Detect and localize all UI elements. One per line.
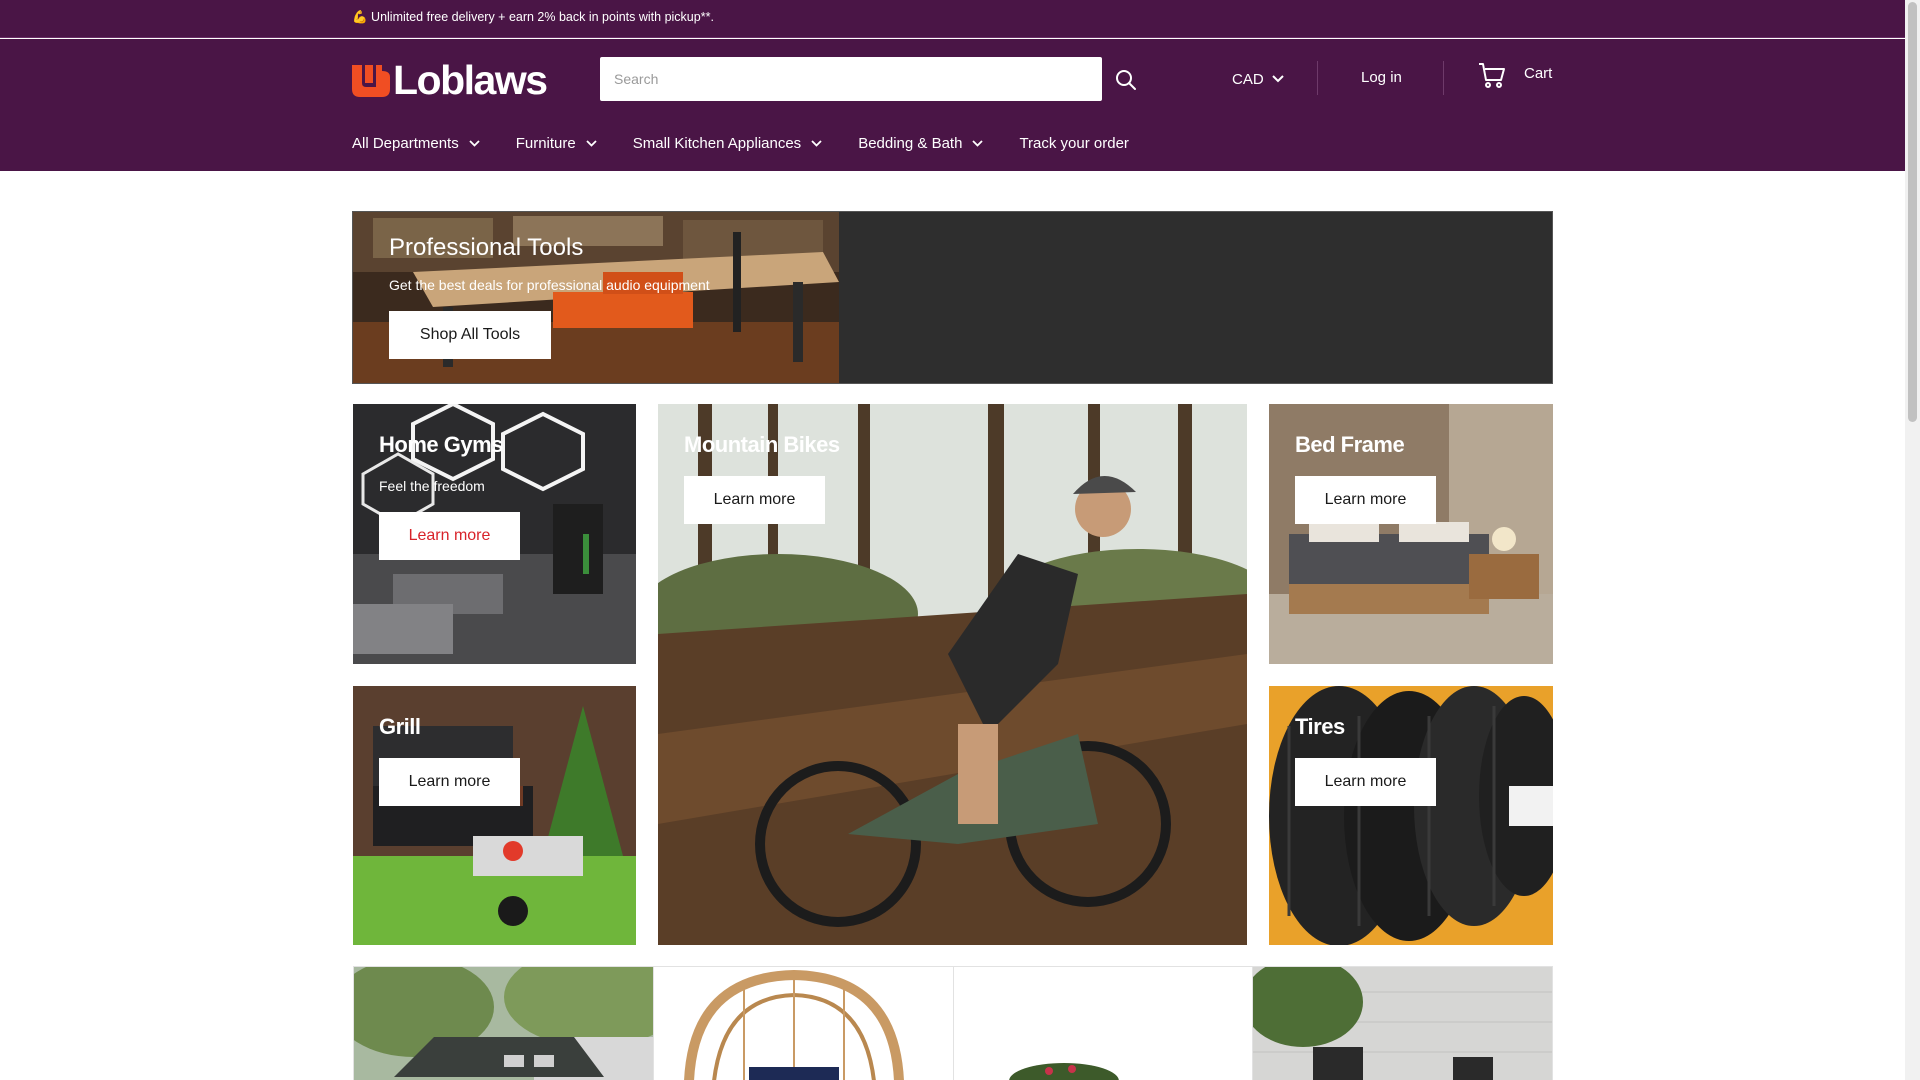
main-nav: All Departments Furniture Small Kitchen … (352, 135, 1129, 152)
nav-item-track-order[interactable]: Track your order (1019, 135, 1128, 152)
cart-icon (1479, 63, 1505, 88)
cart-label: Cart (1524, 65, 1553, 82)
promo-tile-mountain-bikes[interactable]: Mountain Bikes Learn more (658, 404, 1247, 945)
login-link[interactable]: Log in (1361, 69, 1402, 86)
patio-chairs-image (1253, 967, 1553, 1080)
header-divider (1317, 61, 1318, 95)
tile-title: Tires (1295, 714, 1345, 739)
search-icon (1116, 70, 1136, 90)
scrollbar-thumb[interactable] (1908, 2, 1917, 422)
nav-item-bedding-bath[interactable]: Bedding & Bath (858, 135, 984, 152)
product-card-shed[interactable] (354, 967, 654, 1080)
promo-tile-tires[interactable]: Tires Learn more (1269, 686, 1553, 945)
product-collection-row (353, 966, 1553, 1080)
tile-title: Mountain Bikes (684, 432, 840, 457)
header-divider (1443, 61, 1444, 95)
tile-title: Grill (379, 714, 421, 739)
nav-item-label: All Departments (352, 135, 459, 152)
chevron-down-icon (811, 140, 822, 147)
chevron-down-icon (972, 140, 984, 147)
currency-label: CAD (1232, 70, 1264, 88)
promo-tile-grill[interactable]: Grill Learn more (353, 686, 636, 945)
nav-item-label: Small Kitchen Appliances (632, 135, 802, 152)
chevron-down-icon (469, 140, 480, 147)
announcement-bar: 💪 Unlimited free delivery + earn 2% back… (0, 0, 1905, 38)
cart-link[interactable]: Cart (1478, 61, 1552, 89)
logo-mark-icon (352, 65, 390, 97)
shop-all-tools-button[interactable]: Shop All Tools (389, 311, 551, 359)
shed-image (354, 967, 653, 1080)
learn-more-button[interactable]: Learn more (1295, 476, 1436, 524)
professional-tools-banner[interactable]: Professional Tools Get the best deals fo… (352, 211, 1553, 384)
hero-title: Professional Tools (389, 234, 584, 261)
learn-more-button[interactable]: Learn more (684, 476, 825, 524)
currency-selector[interactable]: CAD (1232, 67, 1284, 91)
tile-title: Home Gyms (379, 432, 503, 457)
product-card-egg-chair[interactable] (653, 967, 954, 1080)
site-header: Loblaws CAD Log in Cart All Departments … (0, 39, 1905, 171)
announcement-text: 💪 Unlimited free delivery + earn 2% back… (352, 10, 714, 24)
plant-image (953, 967, 1253, 1080)
nav-item-all-departments[interactable]: All Departments (352, 135, 480, 152)
tile-title: Bed Frame (1295, 432, 1405, 457)
egg-chair-image (653, 967, 953, 1080)
nav-item-label: Furniture (515, 135, 576, 152)
learn-more-button[interactable]: Learn more (379, 512, 520, 560)
loblaws-logo[interactable]: Loblaws (352, 59, 564, 101)
product-card-patio-chairs[interactable] (1253, 967, 1553, 1080)
tile-subtitle: Feel the freedom (379, 478, 485, 494)
promo-tile-home-gyms[interactable]: Home Gyms Feel the freedom Learn more (353, 404, 636, 664)
promo-tile-bed-frame[interactable]: Bed Frame Learn more (1269, 404, 1553, 664)
nav-item-furniture[interactable]: Furniture (516, 135, 597, 152)
chevron-down-icon (1271, 75, 1284, 83)
learn-more-button[interactable]: Learn more (379, 758, 520, 806)
nav-item-label: Track your order (1019, 135, 1129, 152)
nav-item-small-kitchen-appliances[interactable]: Small Kitchen Appliances (633, 135, 822, 152)
product-card-plant[interactable] (953, 967, 1254, 1080)
logo-wordmark: Loblaws (393, 57, 548, 103)
learn-more-button[interactable]: Learn more (1295, 758, 1436, 806)
search-button[interactable] (1110, 65, 1142, 95)
search-input[interactable] (600, 57, 1102, 101)
hero-subtitle: Get the best deals for professional audi… (389, 277, 710, 293)
nav-item-label: Bedding & Bath (858, 135, 963, 152)
chevron-down-icon (586, 140, 597, 147)
page-scrollbar[interactable] (1905, 0, 1920, 1080)
